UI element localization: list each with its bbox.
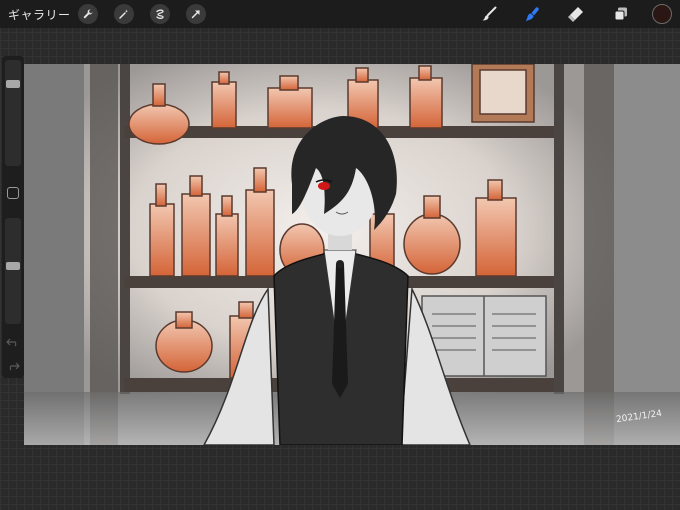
undo-arrow-icon[interactable] [6,337,20,347]
wrench-icon[interactable] [78,4,98,24]
transform-arrow-icon[interactable] [186,4,206,24]
top-toolbar: ギャラリー [0,0,680,28]
artwork-illustration [24,64,680,445]
eraser-icon[interactable] [566,4,586,24]
brush-size-thumb[interactable] [6,80,20,88]
layers-icon[interactable] [611,4,631,24]
opacity-thumb[interactable] [6,262,20,270]
opacity-slider[interactable] [5,218,21,324]
redo-arrow-icon[interactable] [6,361,20,371]
modify-button[interactable] [7,187,19,199]
drawing-canvas[interactable] [24,64,680,445]
magic-wand-icon[interactable] [114,4,134,24]
smudge-icon[interactable] [523,4,543,24]
gallery-button[interactable]: ギャラリー [8,6,71,23]
brush-icon[interactable] [479,4,499,24]
brush-size-slider[interactable] [5,60,21,166]
selection-icon[interactable] [150,4,170,24]
color-picker-button[interactable] [652,4,672,24]
left-sidebar [2,56,24,378]
